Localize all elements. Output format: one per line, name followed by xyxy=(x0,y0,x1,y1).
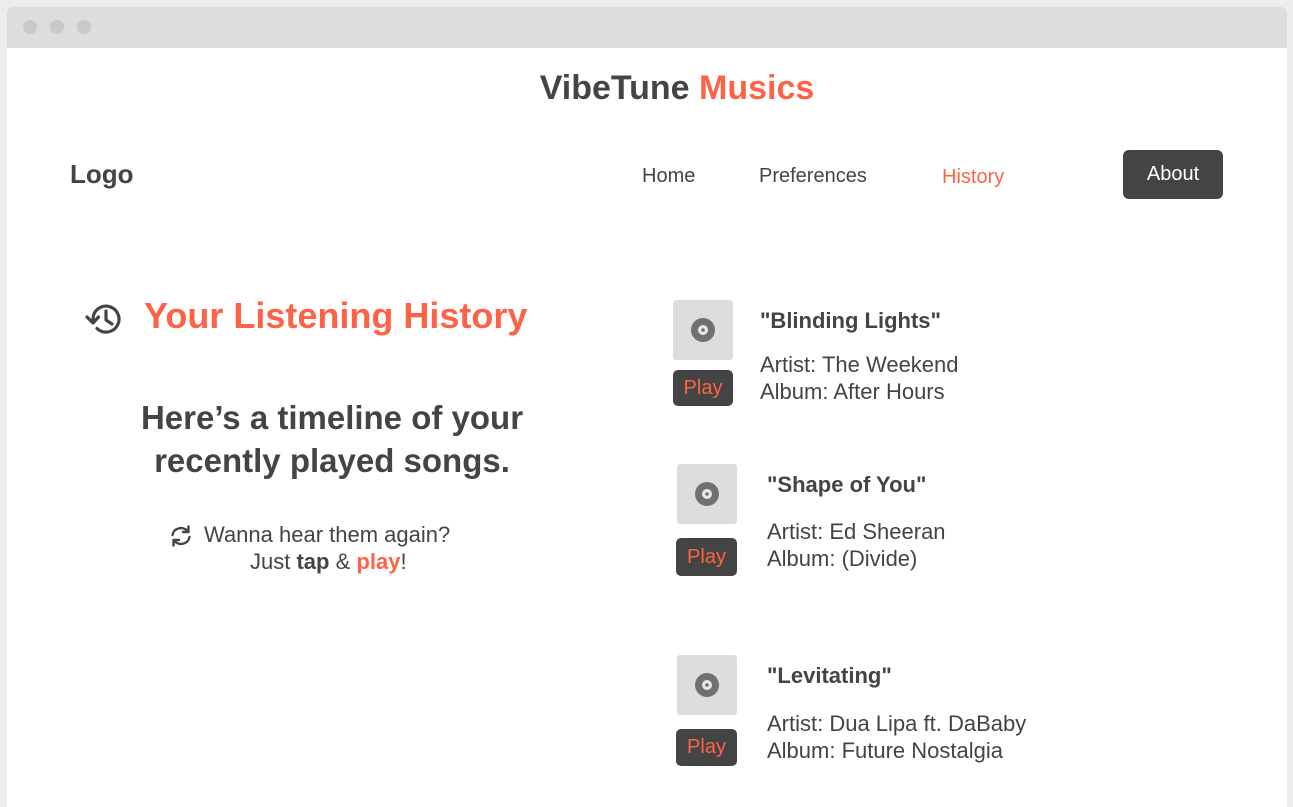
window-maximize-dot[interactable] xyxy=(77,20,91,34)
album-art xyxy=(677,655,737,715)
disc-icon xyxy=(691,318,715,342)
song-album: Album: Future Nostalgia xyxy=(767,738,1003,763)
window-titlebar xyxy=(7,7,1287,48)
nav-link-history[interactable]: History xyxy=(942,166,1004,189)
nav-link-preferences[interactable]: Preferences xyxy=(759,165,867,188)
album-art xyxy=(677,464,737,524)
about-button[interactable]: About xyxy=(1123,150,1223,199)
hint-just: Just xyxy=(250,549,291,574)
site-title-main: VibeTune xyxy=(539,69,690,107)
window-close-dot[interactable] xyxy=(23,20,37,34)
play-button[interactable]: Play xyxy=(676,729,737,766)
nav-link-home[interactable]: Home xyxy=(642,165,695,188)
disc-icon xyxy=(695,673,719,697)
window-minimize-dot[interactable] xyxy=(50,20,64,34)
browser-window: VibeTune Musics Logo Home Preferences Hi… xyxy=(7,7,1287,807)
hint-end: ! xyxy=(400,549,407,574)
hint-text: Wanna hear them again? xyxy=(204,522,451,547)
history-heading: Your Listening History xyxy=(144,295,528,336)
hint-tap: tap xyxy=(296,549,330,574)
history-icon xyxy=(85,304,121,334)
hint-text-line2: Just tap & play! xyxy=(250,549,407,575)
song-artist: Artist: Ed Sheeran xyxy=(767,519,946,544)
hint-play: play xyxy=(356,549,401,574)
timeline-subheading: Here’s a timeline of your recently playe… xyxy=(140,399,524,479)
song-title: "Levitating" xyxy=(767,663,892,688)
play-button[interactable]: Play xyxy=(673,370,733,406)
sync-icon xyxy=(171,525,191,547)
site-title-accent: Musics xyxy=(699,69,815,107)
site-title: VibeTune Musics xyxy=(7,69,1287,108)
play-button[interactable]: Play xyxy=(676,538,737,576)
logo[interactable]: Logo xyxy=(70,159,134,190)
song-title: "Shape of You" xyxy=(767,472,927,497)
song-album: Album: After Hours xyxy=(760,379,945,404)
song-artist: Artist: Dua Lipa ft. DaBaby xyxy=(767,711,1027,736)
album-art xyxy=(673,300,733,360)
song-title: "Blinding Lights" xyxy=(760,308,941,333)
hint-amp: & xyxy=(335,549,351,574)
song-artist: Artist: The Weekend xyxy=(760,352,959,377)
disc-icon xyxy=(695,482,719,506)
song-album: Album: (Divide) xyxy=(767,546,918,571)
